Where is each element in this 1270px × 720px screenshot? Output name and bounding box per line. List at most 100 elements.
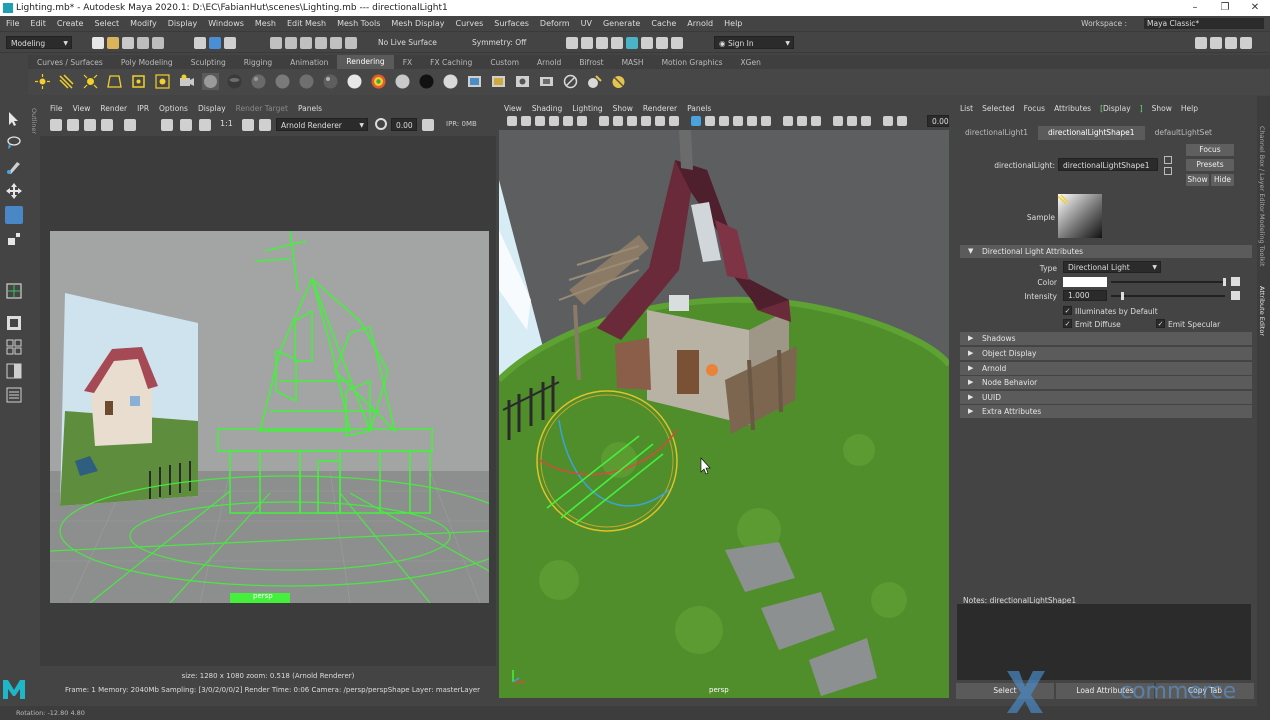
- lambert-material-icon[interactable]: [274, 73, 291, 90]
- safe-action-icon[interactable]: [669, 116, 679, 126]
- menu-generate[interactable]: Generate: [603, 19, 640, 28]
- vp-menu-panels[interactable]: Panels: [687, 104, 711, 113]
- shelf-tab-mash[interactable]: MASH: [613, 58, 653, 67]
- color-slider-handle[interactable]: [1223, 278, 1226, 286]
- open-scene-icon[interactable]: [107, 37, 119, 49]
- remove-image-icon[interactable]: [161, 119, 173, 131]
- rotate-tool-icon[interactable]: [5, 206, 23, 224]
- use-all-lights-icon[interactable]: [747, 116, 757, 126]
- grease-pencil-icon[interactable]: [577, 116, 587, 126]
- focus-button[interactable]: Focus: [1186, 144, 1234, 156]
- undo-icon[interactable]: [137, 37, 149, 49]
- alpha-channel-icon[interactable]: [199, 119, 211, 131]
- sun-light-icon[interactable]: [82, 73, 99, 90]
- gate-mask-icon[interactable]: [641, 116, 651, 126]
- viewport-scene[interactable]: persp: [499, 130, 949, 698]
- rv-menu-ipr[interactable]: IPR: [137, 104, 149, 113]
- textured-icon[interactable]: [733, 116, 743, 126]
- section-node-behavior[interactable]: ▶ Node Behavior: [960, 376, 1252, 389]
- select-hierarchy-icon[interactable]: [194, 37, 206, 49]
- tool-settings-icon[interactable]: [1225, 37, 1237, 49]
- render-view-icon[interactable]: [641, 37, 653, 49]
- redo-render-icon[interactable]: [50, 119, 62, 131]
- zoom-ratio[interactable]: 1:1: [220, 119, 233, 128]
- two-panes-layout-icon[interactable]: [5, 338, 23, 356]
- intensity-slider-track[interactable]: [1111, 295, 1225, 297]
- rv-menu-panels[interactable]: Panels: [298, 104, 322, 113]
- intensity-map-button-icon[interactable]: [1231, 291, 1240, 300]
- lock-camera-icon[interactable]: [521, 116, 531, 126]
- menu-file[interactable]: File: [6, 19, 19, 28]
- arnold-render-icon[interactable]: [656, 37, 668, 49]
- black-sphere-icon[interactable]: [418, 73, 435, 90]
- rv-menu-file[interactable]: File: [50, 104, 63, 113]
- ae-menu-list[interactable]: List: [960, 104, 973, 113]
- rv-menu-render[interactable]: Render: [100, 104, 127, 113]
- snap-grid-icon[interactable]: [270, 37, 282, 49]
- render-sphere-icon[interactable]: [202, 73, 219, 90]
- color-map-button-icon[interactable]: [1231, 277, 1240, 286]
- xray-joints-icon[interactable]: [861, 116, 871, 126]
- select-component-icon[interactable]: [224, 37, 236, 49]
- four-view-layout-icon[interactable]: [5, 314, 23, 332]
- batch-render-icon[interactable]: [538, 73, 555, 90]
- shelf-tab-bifrost[interactable]: Bifrost: [570, 58, 612, 67]
- white-sphere-icon[interactable]: [394, 73, 411, 90]
- outliner-layout-icon[interactable]: [5, 386, 23, 404]
- menu-edit-mesh[interactable]: Edit Mesh: [287, 19, 326, 28]
- fit-image-icon[interactable]: [242, 119, 254, 131]
- vp-menu-lighting[interactable]: Lighting: [572, 104, 602, 113]
- hypershade-sphere-icon[interactable]: [370, 73, 387, 90]
- snap-view-icon[interactable]: [315, 37, 327, 49]
- use-default-material-icon[interactable]: [719, 116, 729, 126]
- snapshot-icon[interactable]: [84, 119, 96, 131]
- film-gate-icon[interactable]: [613, 116, 623, 126]
- shelf-tab-rendering[interactable]: Rendering: [337, 55, 394, 69]
- shadows-icon[interactable]: [761, 116, 771, 126]
- close-button[interactable]: ✕: [1240, 0, 1270, 16]
- menu-display[interactable]: Display: [168, 19, 198, 28]
- color-swatch[interactable]: [1063, 277, 1107, 287]
- shelf-tab-xgen[interactable]: XGen: [732, 58, 770, 67]
- exposure-field[interactable]: 0.00: [391, 118, 417, 131]
- go-to-input-icon[interactable]: [1164, 156, 1172, 164]
- emit-specular-checkbox[interactable]: ✓: [1156, 319, 1165, 328]
- area-light-icon[interactable]: [130, 73, 147, 90]
- vp-menu-shading[interactable]: Shading: [532, 104, 562, 113]
- outliner-side-tab[interactable]: Outliner: [30, 108, 38, 134]
- shelf-tab-custom[interactable]: Custom: [481, 58, 528, 67]
- sign-in-dropdown[interactable]: ◉ Sign In ▼: [714, 36, 794, 49]
- anti-aliasing-icon[interactable]: [811, 116, 821, 126]
- wireframe-shaded-icon[interactable]: [691, 116, 701, 126]
- smooth-shade-icon[interactable]: [705, 116, 715, 126]
- snap-surface-icon[interactable]: [330, 37, 342, 49]
- ae-tab-directional-light[interactable]: directionalLight1: [955, 126, 1038, 140]
- illuminates-checkbox[interactable]: ✓: [1063, 306, 1072, 315]
- move-tool-icon[interactable]: [5, 182, 23, 200]
- shelf-tab-sculpting[interactable]: Sculpting: [182, 58, 235, 67]
- select-object-icon[interactable]: [209, 37, 221, 49]
- render-region-icon[interactable]: [67, 119, 79, 131]
- motion-blur-icon[interactable]: [797, 116, 807, 126]
- intensity-field[interactable]: 1.000: [1063, 290, 1107, 301]
- history-icon[interactable]: [566, 37, 578, 49]
- phong-material-icon[interactable]: [250, 73, 267, 90]
- menu-create[interactable]: Create: [57, 19, 84, 28]
- surface-shader-icon[interactable]: [298, 73, 315, 90]
- vertical-split-layout-icon[interactable]: [5, 362, 23, 380]
- shelf-tab-rigging[interactable]: Rigging: [235, 58, 281, 67]
- rgb-channels-icon[interactable]: [180, 119, 192, 131]
- rv-menu-view[interactable]: View: [73, 104, 91, 113]
- attribute-editor-toggle-icon[interactable]: [1210, 37, 1222, 49]
- menu-select[interactable]: Select: [94, 19, 119, 28]
- workspace-dropdown[interactable]: Maya Classic*: [1144, 17, 1264, 29]
- hide-button[interactable]: Hide: [1211, 174, 1234, 186]
- exposure-viewport-icon[interactable]: [883, 116, 893, 126]
- symmetry-dropdown[interactable]: Symmetry: Off: [468, 36, 552, 49]
- minimize-button[interactable]: –: [1180, 0, 1210, 16]
- section-extra-attributes[interactable]: ▶ Extra Attributes: [960, 405, 1252, 418]
- show-button[interactable]: Show: [1186, 174, 1209, 186]
- snap-point-icon[interactable]: [300, 37, 312, 49]
- ambient-occlusion-icon[interactable]: [783, 116, 793, 126]
- render-current-frame-icon[interactable]: [466, 73, 483, 90]
